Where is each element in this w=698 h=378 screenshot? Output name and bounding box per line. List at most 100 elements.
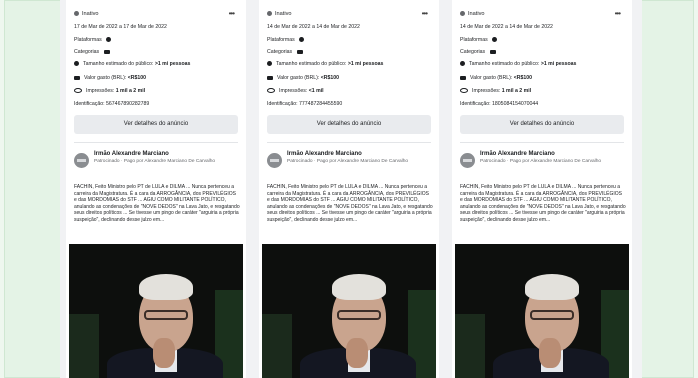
impressions-row: Impressões: 1 mil a 2 mil (460, 88, 531, 94)
platforms-label: Plataformas (460, 37, 488, 43)
platforms-row: Plataformas (460, 37, 501, 43)
status-badge: Inativo (74, 11, 98, 17)
date-range: 14 de Mar de 2022 a 14 de Mar de 2022 (267, 24, 360, 30)
ad-id-row: Identificação: 567467890282789 (74, 101, 149, 107)
see-ad-details-button[interactable]: Ver detalhes do anúncio (460, 115, 624, 134)
ad-id-value: 777487284455590 (299, 101, 343, 107)
status-label: Inativo (275, 11, 292, 17)
divider (74, 142, 238, 143)
page-name-link[interactable]: Irmão Alexandre Marciano (287, 151, 362, 157)
impressions-label: Impressões: (279, 88, 308, 94)
sponsored-label: Patrocinado · Pago por Alexandre Marcian… (480, 159, 602, 164)
impressions-value: 1 mil a 2 mil (115, 88, 146, 94)
ad-card: Inativo ••• 17 de Mar de 2022 a 17 de Ma… (66, 0, 246, 378)
megaphone-icon (103, 50, 110, 54)
ad-card: Inativo ••• 14 de Mar de 2022 a 14 de Ma… (259, 0, 439, 378)
ad-image (262, 244, 436, 378)
impressions-value: 1 mil a 2 mil (501, 88, 532, 94)
date-range: 14 de Mar de 2022 a 14 de Mar de 2022 (460, 24, 553, 30)
page-avatar[interactable] (460, 153, 475, 168)
facebook-icon (106, 37, 112, 42)
spend-row: Valor gasto (BRL): <R$100 (74, 75, 146, 81)
ad-image (69, 244, 243, 378)
audience-label: Tamanho estimado do público: (276, 61, 347, 67)
ad-image (455, 244, 629, 378)
date-range: 17 de Mar de 2022 a 17 de Mar de 2022 (74, 24, 167, 30)
categories-row: Categorias (267, 49, 307, 55)
status-label: Inativo (468, 11, 485, 17)
people-icon (267, 61, 272, 66)
money-icon (267, 76, 273, 80)
audience-row: Tamanho estimado do público: >1 mi pesso… (267, 61, 383, 67)
ad-body-text: FACHIN, Feito Ministro pelo PT de LULA e… (267, 184, 433, 223)
money-icon (74, 76, 80, 80)
more-options-icon[interactable]: ••• (615, 9, 621, 18)
audience-label: Tamanho estimado do público: (469, 61, 540, 67)
eye-icon (267, 88, 275, 93)
audience-value: >1 mi pessoas (540, 61, 577, 67)
page-avatar[interactable] (74, 153, 89, 168)
ad-body-text: FACHIN, Feito Ministro pelo PT de LULA e… (460, 184, 626, 223)
megaphone-icon (489, 50, 496, 54)
eye-icon (74, 88, 82, 93)
ad-id-label: Identificação: (267, 101, 298, 107)
divider (460, 142, 624, 143)
megaphone-icon (296, 50, 303, 54)
categories-label: Categorias (267, 49, 293, 55)
categories-row: Categorias (74, 49, 114, 55)
platforms-row: Plataformas (74, 37, 115, 43)
ad-id-label: Identificação: (460, 101, 491, 107)
ad-id-row: Identificação: 777487284455590 (267, 101, 342, 107)
inactive-status-icon (74, 11, 79, 16)
audience-row: Tamanho estimado do público: >1 mi pesso… (460, 61, 576, 67)
audience-row: Tamanho estimado do público: >1 mi pesso… (74, 61, 190, 67)
impressions-value: <1 mil (308, 88, 324, 94)
page-avatar[interactable] (267, 153, 282, 168)
eye-icon (460, 88, 468, 93)
spend-label: Valor gasto (BRL): (84, 75, 127, 81)
spend-row: Valor gasto (BRL): <R$100 (460, 75, 532, 81)
page-name-link[interactable]: Irmão Alexandre Marciano (94, 151, 169, 157)
impressions-label: Impressões: (86, 88, 115, 94)
audience-value: >1 mi pessoas (154, 61, 191, 67)
people-icon (74, 61, 79, 66)
money-icon (460, 76, 466, 80)
status-badge: Inativo (460, 11, 484, 17)
spend-value: <R$100 (320, 75, 340, 81)
facebook-icon (492, 37, 498, 42)
spend-row: Valor gasto (BRL): <R$100 (267, 75, 339, 81)
more-options-icon[interactable]: ••• (422, 9, 428, 18)
ad-id-value: 567467890282789 (106, 101, 150, 107)
impressions-row: Impressões: 1 mil a 2 mil (74, 88, 145, 94)
ad-id-row: Identificação: 1805084154070044 (460, 101, 538, 107)
audience-value: >1 mi pessoas (347, 61, 384, 67)
divider (267, 142, 431, 143)
people-icon (460, 61, 465, 66)
spend-label: Valor gasto (BRL): (470, 75, 513, 81)
ad-id-label: Identificação: (74, 101, 105, 107)
inactive-status-icon (267, 11, 272, 16)
sponsored-label: Patrocinado · Pago por Alexandre Marcian… (287, 159, 409, 164)
impressions-row: Impressões: <1 mil (267, 88, 324, 94)
categories-label: Categorias (460, 49, 486, 55)
more-options-icon[interactable]: ••• (229, 9, 235, 18)
ad-id-value: 1805084154070044 (492, 101, 539, 107)
spend-label: Valor gasto (BRL): (277, 75, 320, 81)
ad-body-text: FACHIN, Feito Ministro pelo PT de LULA e… (74, 184, 240, 223)
inactive-status-icon (460, 11, 465, 16)
audience-label: Tamanho estimado do público: (83, 61, 154, 67)
status-label: Inativo (82, 11, 99, 17)
see-ad-details-button[interactable]: Ver detalhes do anúncio (267, 115, 431, 134)
platforms-row: Plataformas (267, 37, 308, 43)
sponsored-label: Patrocinado · Pago por Alexandre Marcian… (94, 159, 216, 164)
impressions-label: Impressões: (472, 88, 501, 94)
see-ad-details-button[interactable]: Ver detalhes do anúncio (74, 115, 238, 134)
page-name-link[interactable]: Irmão Alexandre Marciano (480, 151, 555, 157)
categories-row: Categorias (460, 49, 500, 55)
facebook-icon (299, 37, 305, 42)
platforms-label: Plataformas (74, 37, 102, 43)
status-badge: Inativo (267, 11, 291, 17)
spend-value: <R$100 (513, 75, 533, 81)
spend-value: <R$100 (127, 75, 147, 81)
categories-label: Categorias (74, 49, 100, 55)
